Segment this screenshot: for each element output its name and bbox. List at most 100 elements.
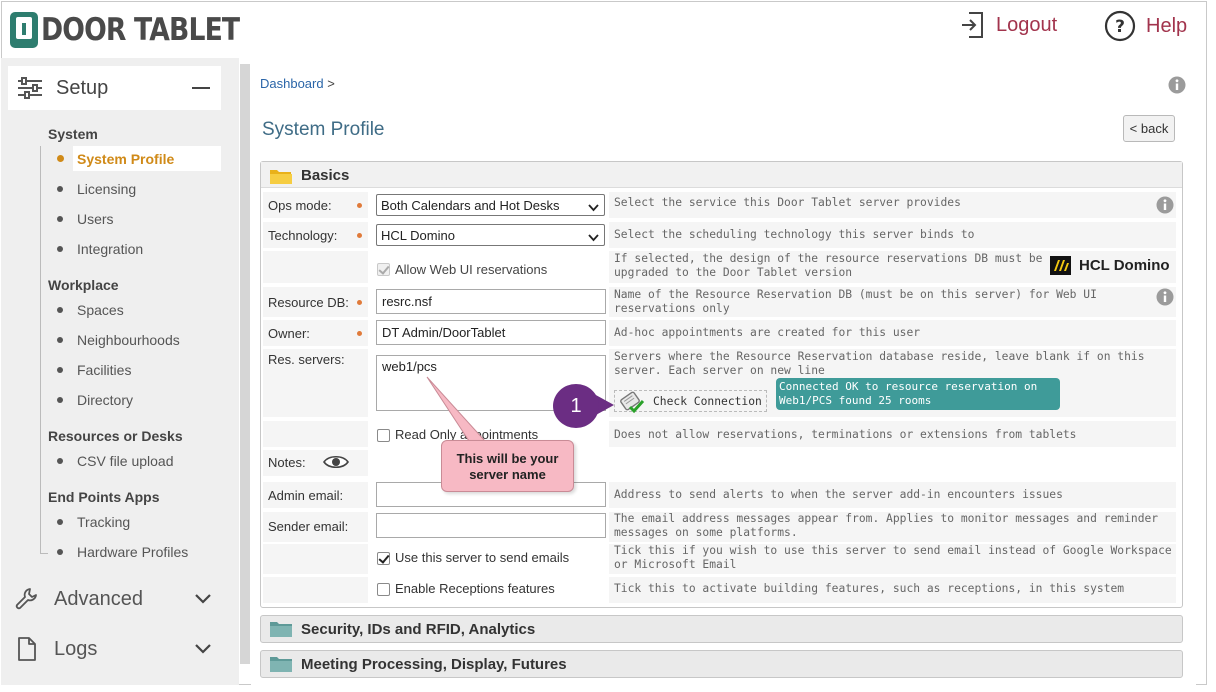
basics-panel-header[interactable] (261, 162, 1182, 188)
callout-number-badge: 1 (553, 384, 599, 428)
nav-neighbourhoods[interactable]: Neighbourhoods (57, 332, 180, 348)
nav-hardware-profiles[interactable]: Hardware Profiles (57, 544, 188, 560)
nav-label: Directory (77, 392, 134, 408)
bullet-icon (57, 186, 63, 192)
basics-title: Basics (301, 167, 350, 184)
technology-select[interactable]: HCL Domino (376, 224, 605, 246)
nav-label: Integration (77, 241, 144, 257)
nav-csv-upload[interactable]: CSV file upload (57, 453, 174, 469)
nav-label: CSV file upload (77, 453, 174, 469)
nav-section-endpoints: End Points Apps (48, 489, 160, 505)
question-circle-icon: ? (1104, 10, 1136, 42)
check-connection-button[interactable]: Check Connection (614, 390, 767, 414)
bullet-icon (57, 307, 63, 313)
chevron-down-icon (194, 643, 212, 655)
help-label: Help (1146, 14, 1188, 37)
sender-email-label: Sender email: (268, 519, 349, 534)
eye-icon[interactable] (323, 453, 349, 476)
advanced-section-toggle[interactable]: Advanced (14, 585, 220, 613)
required-dot (357, 233, 362, 238)
res-servers-label: Res. servers: (268, 352, 345, 367)
notes-label: Notes: (268, 455, 306, 470)
nav-tree-line-end (40, 553, 48, 554)
owner-input[interactable]: DT Admin/DoorTablet (376, 320, 606, 345)
active-bullet (57, 155, 64, 162)
admin-email-help: Address to send alerts to when the serve… (614, 488, 1063, 501)
chevron-down-icon (194, 593, 212, 605)
allow-web-ui-label: Allow Web UI reservations (395, 262, 548, 277)
nav-section-system: System (48, 126, 98, 142)
bullet-icon (57, 519, 63, 525)
nav-spaces[interactable]: Spaces (57, 302, 124, 318)
hcl-domino-logo: HCL Domino (1050, 256, 1170, 275)
ops-mode-label: Ops mode: (268, 198, 332, 213)
collapse-minus-icon (192, 87, 210, 89)
allow-web-ui-help: If selected, the design of the resource … (614, 252, 1043, 279)
svg-text:?: ? (1115, 17, 1125, 37)
resource-db-input[interactable]: resrc.nsf (376, 289, 606, 314)
nav-label: Tracking (77, 514, 131, 530)
nav-tree-line (40, 146, 41, 554)
allow-web-ui-checkbox[interactable] (377, 263, 390, 276)
row-label-cell (263, 577, 368, 603)
document-icon (14, 636, 40, 662)
bullet-icon (57, 458, 63, 464)
help-link[interactable]: ? Help (1104, 10, 1187, 42)
resource-db-help: Name of the Resource Reservation DB (mus… (614, 288, 1097, 315)
required-dot (357, 203, 362, 208)
sender-email-input[interactable] (376, 513, 606, 538)
note-pointer-arrow (426, 376, 487, 442)
bullet-icon (57, 216, 63, 222)
ops-mode-select[interactable]: Both Calendars and Hot Desks (376, 194, 605, 216)
nav-system-profile[interactable]: System Profile (73, 146, 221, 171)
folder-open-icon (270, 170, 292, 184)
logs-section-toggle[interactable]: Logs (14, 635, 220, 663)
hcl-domino-brand-text: HCL Domino (1079, 257, 1170, 274)
back-button[interactable]: < back (1123, 115, 1175, 142)
breadcrumb-dashboard[interactable]: Dashboard (260, 76, 324, 91)
owner-help: Ad-hoc appointments are created for this… (614, 326, 921, 339)
logout-link[interactable]: Logout (960, 10, 1057, 40)
use-server-email-checkbox[interactable] (377, 552, 390, 565)
receptions-help: Tick this to activate building features,… (614, 582, 1125, 595)
door-tablet-logo[interactable]: DOOR TABLET (10, 12, 272, 48)
admin-email-label: Admin email: (268, 488, 344, 503)
logo-mark-icon (10, 12, 38, 48)
nav-licensing[interactable]: Licensing (57, 181, 136, 197)
connection-status-badge: Connected OK to resource reservation on … (776, 378, 1060, 410)
sidebar-scrollbar[interactable] (240, 64, 250, 664)
advanced-label: Advanced (54, 587, 143, 610)
nav-label: Spaces (77, 302, 124, 318)
receptions-checkbox[interactable] (377, 583, 390, 596)
security-panel-title: Security, IDs and RFID, Analytics (301, 621, 536, 638)
folder-closed-icon (270, 622, 292, 637)
technology-help: Select the scheduling technology this se… (614, 228, 975, 241)
read-only-checkbox[interactable] (377, 429, 390, 442)
meeting-processing-panel-title: Meeting Processing, Display, Futures (301, 656, 567, 673)
bullet-icon (57, 246, 63, 252)
nav-tracking[interactable]: Tracking (57, 514, 130, 530)
setup-section-toggle[interactable]: Setup (8, 66, 221, 110)
logo-text: DOOR TABLET (41, 12, 240, 48)
nav-label: Facilities (77, 362, 132, 378)
bullet-icon (57, 337, 63, 343)
nav-users[interactable]: Users (57, 211, 114, 227)
nav-integration[interactable]: Integration (57, 241, 143, 257)
nav-directory[interactable]: Directory (57, 392, 133, 408)
breadcrumb[interactable]: Dashboard > (260, 76, 335, 91)
logs-label: Logs (54, 637, 98, 660)
breadcrumb-separator: > (327, 76, 335, 91)
info-icon[interactable] (1156, 196, 1174, 219)
chevron-down-icon (588, 200, 599, 215)
ops-mode-help: Select the service this Door Tablet serv… (614, 196, 961, 209)
nav-facilities[interactable]: Facilities (57, 362, 131, 378)
technology-value: HCL Domino (381, 228, 455, 243)
info-icon[interactable] (1156, 288, 1174, 311)
check-connection-label: Check Connection (653, 394, 762, 408)
required-dot (357, 300, 362, 305)
page-title: System Profile (262, 119, 385, 140)
nav-label: System Profile (77, 150, 175, 167)
setup-label: Setup (56, 76, 109, 99)
nav-label: Users (77, 211, 114, 227)
info-icon[interactable] (1168, 76, 1186, 99)
